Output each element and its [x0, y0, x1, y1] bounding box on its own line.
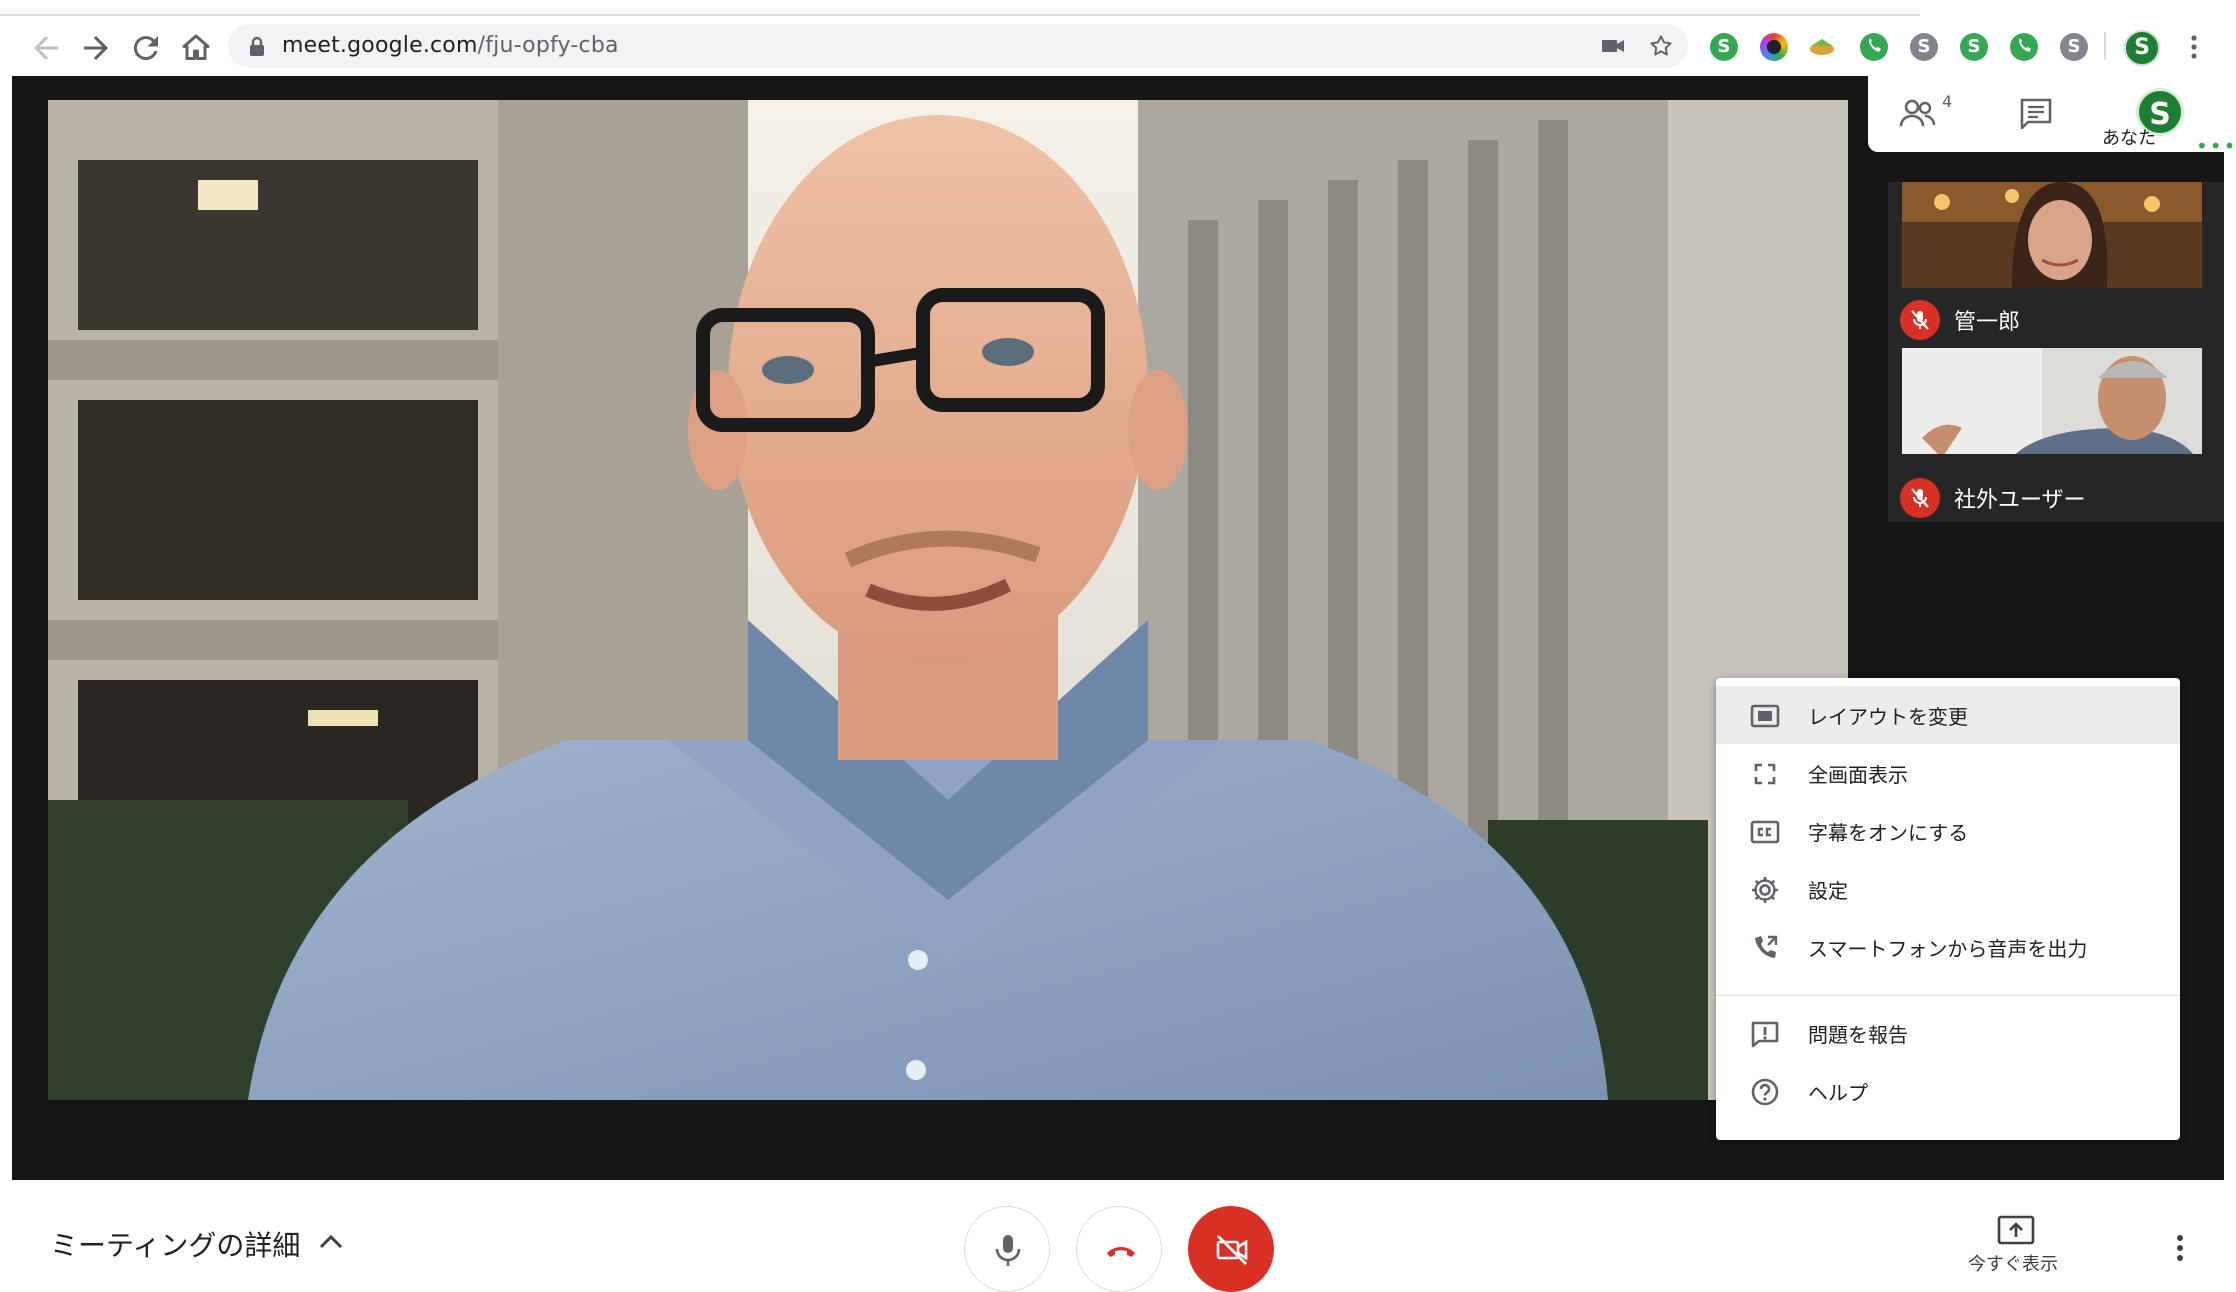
speaker-video-image	[48, 100, 1848, 1100]
participant-name: 管一郎	[1954, 310, 2021, 335]
fullscreen-icon	[1750, 759, 1780, 789]
meeting-details-label[interactable]: ミーティングの詳細	[50, 1224, 300, 1264]
address-bar[interactable]: meet.google.com/fju-opfy-cba	[228, 24, 1688, 68]
tab-strip-divider	[0, 14, 1920, 16]
browser-toolbar: meet.google.com/fju-opfy-cba S S S S S	[0, 0, 2236, 76]
settings-gear-icon	[1750, 875, 1780, 905]
present-now-label[interactable]: 今すぐ表示	[1968, 1250, 2058, 1276]
browser-menu-icon[interactable]	[2182, 32, 2206, 62]
lock-icon	[250, 36, 264, 56]
menu-item-change-layout[interactable]: レイアウトを変更	[1716, 686, 2180, 744]
participant-thumbnail	[1902, 348, 2202, 454]
bookmark-star-icon[interactable]	[1648, 33, 1674, 59]
reload-icon[interactable]	[128, 30, 164, 66]
help-icon	[1750, 1077, 1780, 1107]
url-host: meet.google.com	[282, 33, 478, 58]
menu-item-label: 設定	[1808, 879, 1848, 903]
menu-item-captions[interactable]: 字幕をオンにする	[1716, 802, 2180, 860]
url-path: /fju-opfy-cba	[477, 33, 619, 58]
url-text[interactable]: meet.google.com/fju-opfy-cba	[282, 33, 619, 58]
microphone-icon	[995, 1235, 1021, 1266]
chevron-up-icon[interactable]	[318, 1232, 344, 1250]
camera-off-icon	[1216, 1235, 1248, 1265]
back-arrow-icon[interactable]	[28, 30, 64, 66]
phone-audio-icon	[1750, 933, 1780, 963]
present-screen-icon[interactable]	[1996, 1214, 2036, 1248]
microphone-button[interactable]	[964, 1206, 1050, 1292]
self-label: あなた	[2102, 128, 2156, 149]
chat-icon[interactable]	[2016, 94, 2056, 134]
hang-up-icon	[1107, 1247, 1135, 1257]
menu-item-label: 全画面表示	[1808, 763, 1908, 787]
camera-toggle-button[interactable]	[1188, 1206, 1274, 1292]
menu-divider	[1716, 995, 2180, 996]
home-icon[interactable]	[178, 30, 214, 66]
menu-item-label: ヘルプ	[1808, 1081, 1868, 1105]
meeting-side-panel-header: 4 S あなた •••	[1868, 76, 2236, 158]
more-options-icon[interactable]	[2172, 1232, 2188, 1264]
muted-mic-icon	[1900, 300, 1940, 340]
menu-item-label: スマートフォンから音声を出力	[1808, 937, 2088, 961]
menu-item-label: 問題を報告	[1808, 1023, 1908, 1047]
menu-item-fullscreen[interactable]: 全画面表示	[1716, 744, 2180, 802]
menu-item-phone-audio[interactable]: スマートフォンから音声を出力	[1716, 918, 2180, 976]
participant-thumbnail	[1902, 182, 2202, 288]
main-speaker-video[interactable]	[48, 100, 1848, 1100]
color-ring-extension-icon[interactable]	[1760, 33, 1788, 61]
muted-mic-icon	[1900, 478, 1940, 518]
forward-arrow-icon[interactable]	[78, 30, 114, 66]
sandwich-extension-icon[interactable]	[1808, 33, 1836, 61]
camera-permission-icon[interactable]	[1600, 34, 1626, 58]
grey-s-extension-icon[interactable]: S	[2060, 33, 2088, 61]
people-icon[interactable]	[1898, 94, 1938, 134]
menu-item-report-problem[interactable]: 問題を報告	[1716, 1004, 2180, 1062]
report-problem-icon	[1750, 1019, 1780, 1049]
grey-s-extension-icon[interactable]: S	[1910, 33, 1938, 61]
leave-call-button[interactable]	[1076, 1206, 1162, 1292]
menu-item-label: 字幕をオンにする	[1808, 821, 1969, 845]
people-count-badge: 4	[1942, 92, 1953, 111]
browser-profile-avatar[interactable]: S	[2124, 30, 2160, 66]
participant-tile[interactable]: 社外ユーザー	[1888, 346, 2224, 522]
green-s-extension-icon[interactable]: S	[1960, 33, 1988, 61]
meeting-control-bar: ミーティングの詳細 今すぐ表示	[0, 1180, 2236, 1292]
toolbar-separator	[2104, 32, 2106, 60]
participant-tile[interactable]: 管一郎	[1888, 182, 2224, 358]
green-phone-extension-icon[interactable]	[1860, 33, 1888, 61]
self-audio-indicator-icon: •••	[2196, 134, 2236, 158]
captions-icon	[1750, 817, 1780, 847]
more-options-menu: レイアウトを変更 全画面表示 字幕をオンにする 設定 スマートフォンから音声を出…	[1716, 678, 2180, 1140]
menu-item-help[interactable]: ヘルプ	[1716, 1062, 2180, 1120]
menu-item-label: レイアウトを変更	[1808, 705, 1968, 729]
green-phone-extension-icon[interactable]	[2010, 33, 2038, 61]
menu-item-settings[interactable]: 設定	[1716, 860, 2180, 918]
green-s-extension-icon[interactable]: S	[1710, 33, 1738, 61]
participant-name: 社外ユーザー	[1954, 488, 2086, 513]
layout-icon	[1750, 701, 1780, 731]
